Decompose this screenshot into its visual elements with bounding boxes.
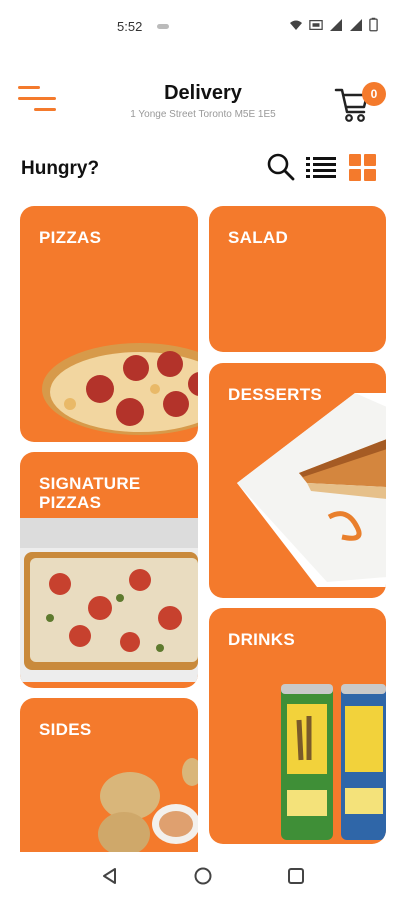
pizza-image [42, 343, 198, 435]
category-grid: PIZZAS SALAD DESSERTS SIGNATURE PIZZAS D… [20, 206, 386, 854]
category-tile-signature-pizzas[interactable]: SIGNATURE PIZZAS [20, 452, 198, 688]
signal-icon-2 [350, 18, 362, 31]
category-label: DRINKS [228, 630, 295, 649]
drinks-image [281, 684, 386, 840]
category-label: SIGNATURE PIZZAS [39, 474, 141, 512]
signature-pizza-image [20, 518, 198, 682]
home-icon[interactable] [193, 866, 213, 886]
signal-icon [330, 18, 342, 31]
category-tile-salad[interactable]: SALAD [209, 206, 386, 352]
notification-icon [157, 24, 169, 29]
cart-button[interactable]: 0 [334, 82, 386, 124]
status-icons [289, 17, 378, 32]
wifi-icon [290, 20, 302, 30]
status-time: 5:52 [117, 19, 143, 34]
category-tile-drinks[interactable]: DRINKS [209, 608, 386, 844]
category-tile-desserts[interactable]: DESSERTS [209, 363, 386, 598]
category-tile-sides[interactable]: SIDES [20, 698, 198, 854]
dessert-image [237, 393, 386, 587]
sides-image [98, 758, 198, 854]
toolbar: Hungry? [0, 150, 406, 190]
volte-icon [309, 19, 323, 30]
grid-view-icon[interactable] [347, 152, 377, 182]
system-nav-bar [0, 852, 406, 900]
status-bar: 5:52 [0, 0, 406, 56]
recents-icon[interactable] [286, 866, 306, 886]
category-label: SALAD [228, 228, 289, 247]
cart-count-badge: 0 [362, 82, 386, 106]
category-label: PIZZAS [39, 228, 102, 247]
list-view-icon[interactable] [305, 152, 337, 182]
back-icon[interactable] [100, 866, 120, 886]
app-header: Delivery 1 Yonge Street Toronto M5E 1E5 … [0, 70, 406, 130]
category-label: SIDES [39, 720, 92, 739]
category-tile-pizzas[interactable]: PIZZAS [20, 206, 198, 442]
battery-icon [369, 17, 378, 32]
search-icon[interactable] [266, 152, 296, 182]
greeting-heading: Hungry? [21, 158, 100, 179]
